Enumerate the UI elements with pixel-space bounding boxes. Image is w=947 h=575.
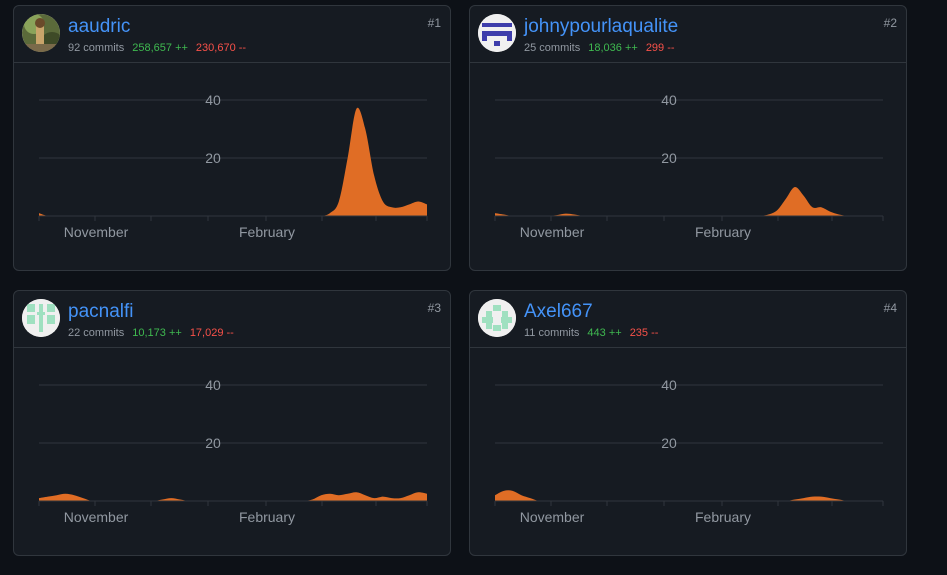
- contributor-card: pacnalfi 22 commits 10,173 ++ 17,029 -- #3…: [13, 290, 451, 556]
- contribution-area: [39, 492, 427, 501]
- y-tick-label: 40: [205, 92, 221, 108]
- card-header: pacnalfi 22 commits 10,173 ++ 17,029 -- #3: [14, 291, 450, 348]
- x-tick-label: February: [695, 224, 751, 240]
- chart-svg: 20 40 November February: [38, 377, 428, 525]
- y-tick-label: 40: [205, 377, 221, 393]
- x-tick-label: November: [64, 224, 129, 240]
- username-link[interactable]: Axel667: [524, 301, 593, 323]
- photo-avatar-icon[interactable]: [22, 14, 60, 52]
- contribution-chart: 20 40 November February: [14, 63, 450, 270]
- y-tick-label: 20: [661, 435, 677, 451]
- contribution-stats: 92 commits 258,657 ++ 230,670 --: [68, 41, 246, 55]
- x-tick-label: November: [520, 509, 585, 525]
- contribution-stats: 22 commits 10,173 ++ 17,029 --: [68, 326, 234, 340]
- contributor-card: aaudric 92 commits 258,657 ++ 230,670 -- #…: [13, 5, 451, 271]
- contributor-card: johnypourlaqualite 25 commits 18,036 ++ 29…: [469, 5, 907, 271]
- y-tick-label: 20: [205, 150, 221, 166]
- additions-count: 10,173 ++: [132, 327, 182, 339]
- deletions-count: 230,670 --: [195, 42, 247, 54]
- chart-svg: 20 40 November February: [494, 92, 884, 240]
- x-tick-label: February: [695, 509, 751, 525]
- x-tick-label: February: [239, 224, 295, 240]
- additions-count: 443 ++: [587, 327, 622, 339]
- rank-label: #4: [883, 301, 897, 315]
- contribution-chart: 20 40 November February: [470, 348, 906, 555]
- x-tick-label: November: [520, 224, 585, 240]
- card-header: Axel667 11 commits 443 ++ 235 -- #4: [470, 291, 906, 348]
- rank-label: #2: [883, 16, 897, 30]
- username-link[interactable]: johnypourlaqualite: [524, 16, 678, 38]
- rank-label: #3: [427, 301, 441, 315]
- y-tick-label: 40: [661, 377, 677, 393]
- contribution-area: [495, 490, 883, 501]
- chart-svg: 20 40 November February: [494, 377, 884, 525]
- contribution-area: [39, 107, 427, 216]
- deletions-count: 299 --: [645, 42, 675, 54]
- y-tick-label: 40: [661, 92, 677, 108]
- chart-svg: 20 40 November February: [38, 92, 428, 240]
- identicon-blue-icon[interactable]: [478, 14, 516, 52]
- username-link[interactable]: aaudric: [68, 16, 130, 38]
- identicon-green-icon[interactable]: [22, 299, 60, 337]
- contributor-card: Axel667 11 commits 443 ++ 235 -- #4 20 40 No…: [469, 290, 907, 556]
- card-header: aaudric 92 commits 258,657 ++ 230,670 -- #…: [14, 6, 450, 63]
- contribution-stats: 11 commits 443 ++ 235 --: [524, 326, 658, 340]
- additions-count: 18,036 ++: [588, 42, 638, 54]
- x-tick-label: February: [239, 509, 295, 525]
- card-header: johnypourlaqualite 25 commits 18,036 ++ 29…: [470, 6, 906, 63]
- rank-label: #1: [427, 16, 441, 30]
- additions-count: 258,657 ++: [132, 42, 188, 54]
- y-tick-label: 20: [661, 150, 677, 166]
- commit-count[interactable]: 11 commits: [524, 327, 579, 339]
- y-tick-label: 20: [205, 435, 221, 451]
- identicon-green-cross-icon[interactable]: [478, 299, 516, 337]
- username-link[interactable]: pacnalfi: [68, 301, 134, 323]
- commit-count[interactable]: 25 commits: [524, 42, 580, 54]
- contribution-stats: 25 commits 18,036 ++ 299 --: [524, 41, 675, 55]
- deletions-count: 235 --: [629, 327, 659, 339]
- commit-count[interactable]: 22 commits: [68, 327, 124, 339]
- deletions-count: 17,029 --: [189, 327, 234, 339]
- contribution-chart: 20 40 November February: [14, 348, 450, 555]
- contribution-chart: 20 40 November February: [470, 63, 906, 270]
- commit-count[interactable]: 92 commits: [68, 42, 124, 54]
- x-tick-label: November: [64, 509, 129, 525]
- contribution-area: [495, 186, 883, 216]
